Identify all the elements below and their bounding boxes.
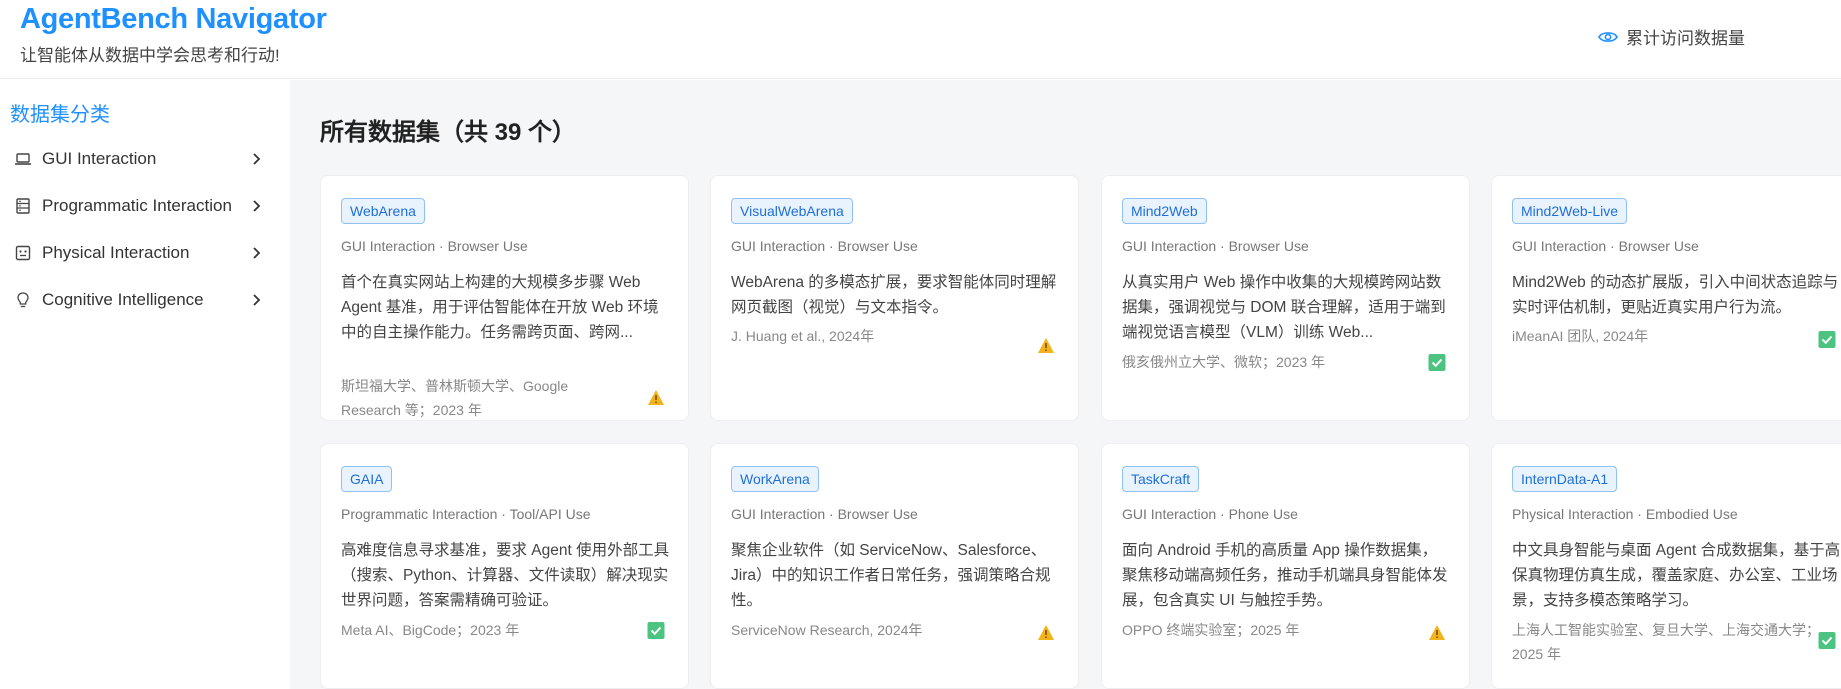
dataset-tag[interactable]: WorkArena (731, 466, 819, 492)
eye-icon (1598, 31, 1618, 42)
sidebar-item-label: Cognitive Intelligence (42, 290, 204, 309)
dataset-description: 中文具身智能与桌面 Agent 合成数据集，基于高保真物理仿真生成，覆盖家庭、办… (1512, 542, 1841, 609)
dataset-category: GUI Interaction · Browser Use (731, 238, 918, 254)
dataset-meta: 俄亥俄州立大学、微软；2023 年 (1122, 354, 1326, 370)
dataset-meta: Meta AI、BigCode；2023 年 (341, 622, 520, 638)
dataset-meta: 上海人工智能实验室、复旦大学、上海交通大学；2025 年 (1512, 622, 1820, 662)
dataset-category: GUI Interaction · Browser Use (731, 506, 918, 522)
sidebar: 数据集分类 GUI Interaction Programmatic Inter… (0, 80, 290, 689)
warning-icon (648, 390, 664, 405)
dataset-card[interactable]: InternData-A1 Physical Interaction · Emb… (1491, 443, 1841, 689)
dataset-description: 面向 Android 手机的高质量 App 操作数据集，聚焦移动端高频任务，推动… (1122, 542, 1448, 609)
dataset-description: 聚焦企业软件（如 ServiceNow、Salesforce、Jira）中的知识… (731, 542, 1051, 609)
visit-label: 累计访问数据量 (1626, 29, 1745, 48)
dataset-meta: 斯坦福大学、普林斯顿大学、Google Research 等；2023 年 (341, 378, 569, 418)
lightbulb-icon (17, 292, 29, 308)
sidebar-item-physical-interaction[interactable]: Physical Interaction (0, 231, 290, 277)
dataset-category: GUI Interaction · Browser Use (1512, 238, 1699, 254)
brand-subtitle: 让智能体从数据中学会思考和行动! (20, 46, 280, 65)
main-content: 所有数据集（共 39 个） WebArena GUI Interaction ·… (290, 80, 1841, 689)
sidebar-item-gui-interaction[interactable]: GUI Interaction (0, 137, 290, 183)
sidebar-item-cognitive-intelligence[interactable]: Cognitive Intelligence (0, 278, 290, 324)
dataset-category: GUI Interaction · Phone Use (1122, 506, 1298, 522)
sidebar-item-label: Programmatic Interaction (42, 196, 232, 215)
dataset-meta: OPPO 终端实验室；2025 年 (1122, 622, 1300, 638)
dataset-tag[interactable]: InternData-A1 (1512, 466, 1618, 492)
chevron-right-icon (253, 294, 261, 306)
dataset-category: Programmatic Interaction · Tool/API Use (341, 506, 591, 522)
dataset-meta: ServiceNow Research, 2024年 (731, 622, 923, 638)
robot-icon (15, 245, 31, 261)
dataset-meta: J. Huang et al., 2024年 (731, 328, 875, 344)
server-icon (16, 198, 30, 214)
dataset-description: 首个在真实网站上构建的大规模多步骤 Web Agent 基准，用于评估智能体在开… (341, 274, 659, 341)
warning-icon (1038, 625, 1054, 640)
check-icon (647, 622, 665, 639)
dataset-category: GUI Interaction · Browser Use (341, 238, 528, 254)
page-title: 所有数据集（共 39 个） (320, 119, 577, 146)
check-icon (1818, 632, 1836, 649)
dataset-card[interactable]: WorkArena GUI Interaction · Browser Use … (710, 443, 1079, 689)
dataset-card[interactable]: Mind2Web GUI Interaction · Browser Use 从… (1101, 175, 1470, 421)
dataset-tag[interactable]: WebArena (341, 198, 425, 224)
dataset-description: Mind2Web 的动态扩展版，引入中间状态追踪与实时评估机制，更贴近真实用户行… (1512, 274, 1839, 316)
dataset-card[interactable]: GAIA Programmatic Interaction · Tool/API… (320, 443, 689, 689)
laptop-icon (15, 153, 31, 165)
brand-title[interactable]: AgentBench Navigator (20, 3, 327, 36)
dataset-tag[interactable]: Mind2Web (1122, 198, 1207, 224)
dataset-card[interactable]: Mind2Web-Live GUI Interaction · Browser … (1491, 175, 1841, 421)
dataset-tag[interactable]: TaskCraft (1122, 466, 1200, 492)
warning-icon (1038, 338, 1054, 353)
dataset-tag[interactable]: Mind2Web-Live (1512, 198, 1628, 224)
top-header: AgentBench Navigator 让智能体从数据中学会思考和行动! 累计… (0, 0, 1841, 79)
dataset-category: GUI Interaction · Browser Use (1122, 238, 1309, 254)
dataset-category: Physical Interaction · Embodied Use (1512, 506, 1738, 522)
check-icon (1818, 331, 1836, 348)
dataset-description: WebArena 的多模态扩展，要求智能体同时理解网页截图（视觉）与文本指令。 (731, 274, 1057, 316)
sidebar-item-label: Physical Interaction (42, 243, 190, 262)
dataset-description: 高难度信息寻求基准，要求 Agent 使用外部工具（搜索、Python、计算器、… (341, 542, 670, 609)
visit-counter: 累计访问数据量 (1598, 24, 1745, 49)
dataset-tag[interactable]: GAIA (341, 466, 393, 492)
dataset-card[interactable]: VisualWebArena GUI Interaction · Browser… (710, 175, 1079, 421)
check-icon (1428, 354, 1446, 371)
chevron-right-icon (253, 200, 261, 212)
sidebar-title: 数据集分类 (10, 104, 110, 126)
dataset-meta: iMeanAI 团队, 2024年 (1512, 328, 1649, 344)
dataset-card[interactable]: WebArena GUI Interaction · Browser Use 首… (320, 175, 689, 421)
warning-icon (1429, 625, 1445, 640)
chevron-right-icon (253, 153, 261, 165)
dataset-description: 从真实用户 Web 操作中收集的大规模跨网站数据集，强调视觉与 DOM 联合理解… (1122, 274, 1446, 341)
dataset-card[interactable]: TaskCraft GUI Interaction · Phone Use 面向… (1101, 443, 1470, 689)
sidebar-item-programmatic-interaction[interactable]: Programmatic Interaction (0, 184, 290, 230)
chevron-right-icon (253, 247, 261, 259)
dataset-tag[interactable]: VisualWebArena (731, 198, 853, 224)
sidebar-item-label: GUI Interaction (42, 149, 157, 168)
